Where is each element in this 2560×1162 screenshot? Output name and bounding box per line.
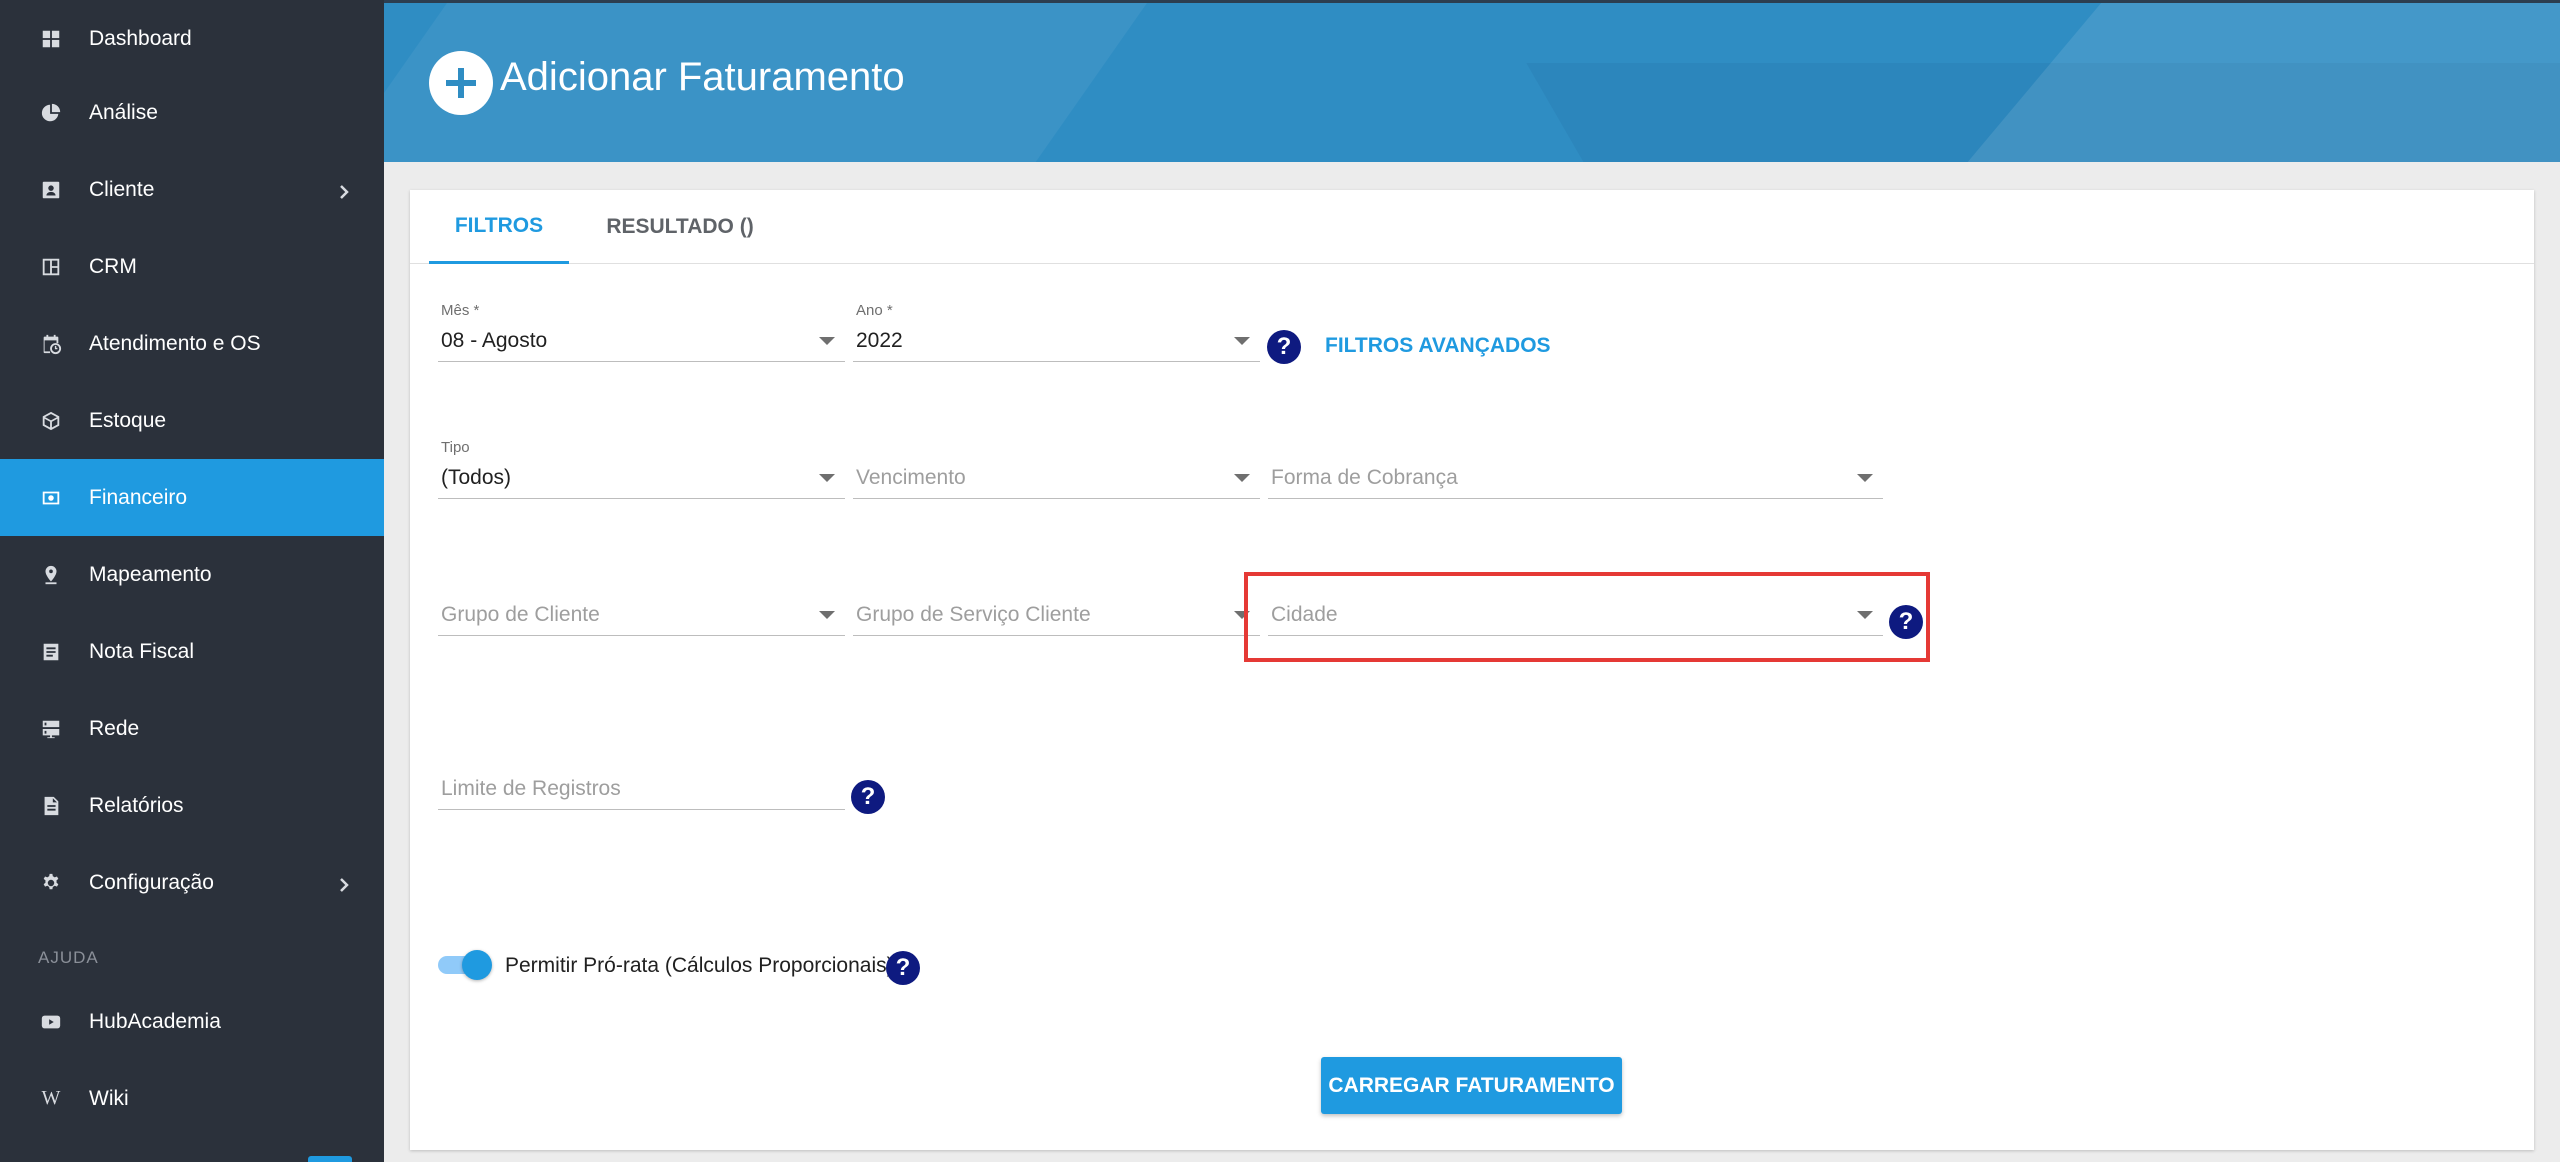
contact-card-icon xyxy=(40,179,62,201)
filters-card: FILTROS RESULTADO () Mês * 08 - Agosto A… xyxy=(410,190,2534,1150)
dropdown-arrow-icon xyxy=(1857,474,1873,482)
limite-registros-input[interactable]: Limite de Registros xyxy=(438,750,845,810)
page-header: Adicionar Faturamento xyxy=(384,0,2560,162)
tipo-label: Tipo xyxy=(441,439,470,456)
sidebar-item-label: Dashboard xyxy=(89,26,192,50)
sidebar-item-hubacademia[interactable]: HubAcademia xyxy=(0,983,384,1060)
sidebar-item-rede[interactable]: Rede xyxy=(0,690,384,767)
sidebar-item-label: CRM xyxy=(89,254,137,278)
tipo-select[interactable]: Tipo (Todos) xyxy=(438,439,845,499)
crm-board-icon xyxy=(40,256,62,278)
sidebar-item-label: Wiki xyxy=(89,1086,129,1110)
pro-rata-help-icon[interactable]: ? xyxy=(886,951,920,985)
dropdown-arrow-icon xyxy=(1857,611,1873,619)
money-icon xyxy=(40,487,62,509)
sidebar-item-label: Nota Fiscal xyxy=(89,639,195,663)
grupo-servico-select[interactable]: Grupo de Serviço Cliente xyxy=(853,576,1260,636)
grupo-cliente-select[interactable]: Grupo de Cliente xyxy=(438,576,845,636)
sidebar-bottom-indicator xyxy=(308,1156,352,1162)
gear-icon xyxy=(40,872,62,894)
sidebar-item-analise[interactable]: Análise xyxy=(0,74,384,151)
cidade-help-icon[interactable]: ? xyxy=(1889,605,1923,639)
forma-cobranca-select[interactable]: Forma de Cobrança xyxy=(1268,439,1883,499)
dashboard-icon xyxy=(40,28,62,50)
sidebar-item-mapeamento[interactable]: Mapeamento xyxy=(0,536,384,613)
limite-registros-placeholder: Limite de Registros xyxy=(441,777,621,800)
sidebar-item-label: Relatórios xyxy=(89,793,184,817)
sidebar-section-help-label: AJUDA xyxy=(38,948,99,967)
page-title: Adicionar Faturamento xyxy=(500,55,905,99)
sidebar-item-label: Análise xyxy=(89,100,158,124)
sidebar-item-label: Estoque xyxy=(89,408,167,432)
document-icon xyxy=(40,795,62,817)
sidebar-item-label: Mapeamento xyxy=(89,562,212,586)
mes-select[interactable]: Mês * 08 - Agosto xyxy=(438,302,845,362)
chevron-right-icon xyxy=(336,182,352,199)
mes-label: Mês * xyxy=(441,302,480,319)
ano-select[interactable]: Ano * 2022 xyxy=(853,302,1260,362)
sidebar-item-label: Financeiro xyxy=(89,485,188,509)
dropdown-arrow-icon xyxy=(819,611,835,619)
sidebar-item-label: HubAcademia xyxy=(89,1009,221,1033)
sidebar-item-label: Configuração xyxy=(89,870,214,894)
mes-value: 08 - Agosto xyxy=(441,329,548,352)
sidebar-item-relatorios[interactable]: Relatórios xyxy=(0,767,384,844)
sidebar-item-estoque[interactable]: Estoque xyxy=(0,382,384,459)
pro-rata-toggle[interactable] xyxy=(436,948,492,980)
receipt-icon xyxy=(40,641,62,663)
sidebar-item-configuracao[interactable]: Configuração xyxy=(0,844,384,921)
grupo-servico-placeholder: Grupo de Serviço Cliente xyxy=(856,603,1091,626)
map-pin-icon xyxy=(40,564,62,586)
advanced-filters-link[interactable]: FILTROS AVANÇADOS xyxy=(1325,334,1551,358)
forma-cobranca-placeholder: Forma de Cobrança xyxy=(1271,466,1458,489)
sidebar-item-label: Cliente xyxy=(89,177,155,201)
dropdown-arrow-icon xyxy=(819,474,835,482)
limite-help-icon[interactable]: ? xyxy=(851,780,885,814)
dropdown-arrow-icon xyxy=(819,337,835,345)
sidebar-item-dashboard[interactable]: Dashboard xyxy=(0,0,384,77)
tab-bar: FILTROS RESULTADO () xyxy=(410,190,2534,264)
dropdown-arrow-icon xyxy=(1234,611,1250,619)
calendar-clock-icon xyxy=(40,333,62,355)
sidebar-item-atendimento[interactable]: Atendimento e OS xyxy=(0,305,384,382)
sidebar-item-wiki[interactable]: W Wiki xyxy=(0,1060,384,1137)
box-icon xyxy=(40,410,62,432)
pie-chart-icon xyxy=(40,102,62,124)
ano-value: 2022 xyxy=(856,329,903,352)
tab-resultado[interactable]: RESULTADO () xyxy=(595,190,765,264)
chevron-right-icon xyxy=(336,875,352,892)
dropdown-arrow-icon xyxy=(1234,474,1250,482)
sidebar-item-cliente[interactable]: Cliente xyxy=(0,151,384,228)
wikipedia-icon: W xyxy=(41,1087,61,1109)
dropdown-arrow-icon xyxy=(1234,337,1250,345)
grupo-cliente-placeholder: Grupo de Cliente xyxy=(441,603,600,626)
sidebar-item-label: Rede xyxy=(89,716,140,740)
cidade-placeholder: Cidade xyxy=(1271,603,1338,626)
sidebar-item-financeiro[interactable]: Financeiro xyxy=(0,459,384,536)
vencimento-placeholder: Vencimento xyxy=(856,466,966,489)
cidade-select[interactable]: Cidade xyxy=(1268,576,1883,636)
add-circle-icon xyxy=(429,51,493,115)
youtube-icon xyxy=(40,1011,62,1033)
load-billing-button[interactable]: CARREGAR FATURAMENTO xyxy=(1321,1057,1622,1114)
vencimento-select[interactable]: Vencimento xyxy=(853,439,1260,499)
sidebar: Dashboard Análise Cliente CRM Atendiment… xyxy=(0,0,384,1162)
toggle-thumb xyxy=(462,950,492,980)
tipo-value: (Todos) xyxy=(441,466,512,489)
ano-label: Ano * xyxy=(856,302,893,319)
sidebar-item-label: Atendimento e OS xyxy=(89,331,261,355)
tab-filtros[interactable]: FILTROS xyxy=(429,190,569,264)
pro-rata-label: Permitir Pró-rata (Cálculos Proporcionai… xyxy=(505,954,894,977)
sidebar-item-crm[interactable]: CRM xyxy=(0,228,384,305)
ano-help-icon[interactable]: ? xyxy=(1267,330,1301,364)
server-icon xyxy=(40,718,62,740)
sidebar-item-nota-fiscal[interactable]: Nota Fiscal xyxy=(0,613,384,690)
